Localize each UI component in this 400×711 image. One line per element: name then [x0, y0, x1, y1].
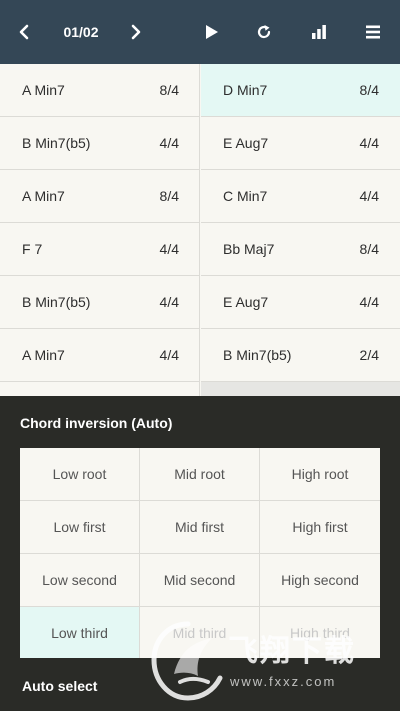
chord-cell[interactable]: A Min7 8/4 — [0, 64, 199, 117]
inversion-low-first[interactable]: Low first — [20, 501, 140, 554]
chord-name: A Min7 — [22, 188, 65, 204]
chord-name: D Min7 — [223, 82, 268, 98]
inversion-mid-root[interactable]: Mid root — [140, 448, 260, 501]
chord-beats: 4/4 — [159, 347, 179, 363]
chord-beats: 8/4 — [159, 188, 179, 204]
inversion-high-third[interactable]: High third — [260, 607, 380, 658]
stats-button[interactable] — [303, 0, 335, 64]
chord-beats: 8/4 — [359, 241, 379, 257]
chord-name: C Min7 — [223, 188, 268, 204]
inversion-low-root[interactable]: Low root — [20, 448, 140, 501]
chord-cell[interactable]: B Min7(b5) 4/4 — [0, 276, 199, 329]
chord-beats: 4/4 — [359, 188, 379, 204]
chord-cell[interactable]: Bb Maj7 8/4 — [201, 223, 400, 276]
inversion-high-first[interactable]: High first — [260, 501, 380, 554]
menu-icon — [366, 25, 380, 39]
chord-cell[interactable]: F 7 4/4 — [0, 223, 199, 276]
grid-filler-left — [0, 382, 200, 396]
chord-cell[interactable]: B Min7(b5) 4/4 — [0, 117, 199, 170]
chord-cell-selected[interactable]: D Min7 8/4 — [201, 64, 400, 117]
chord-cell[interactable]: A Min7 4/4 — [0, 329, 199, 382]
chord-beats: 4/4 — [359, 135, 379, 151]
chord-column-left: A Min7 8/4 B Min7(b5) 4/4 A Min7 8/4 F 7… — [0, 64, 200, 382]
chord-beats: 4/4 — [359, 294, 379, 310]
chord-cell[interactable]: E Aug7 4/4 — [201, 117, 400, 170]
inversion-low-second[interactable]: Low second — [20, 554, 140, 607]
play-icon — [206, 25, 218, 39]
refresh-icon — [257, 25, 271, 39]
chord-column-right: D Min7 8/4 E Aug7 4/4 C Min7 4/4 Bb Maj7… — [201, 64, 400, 382]
inversion-low-third[interactable]: Low third — [20, 607, 140, 658]
inversion-high-second[interactable]: High second — [260, 554, 380, 607]
chord-beats: 8/4 — [159, 82, 179, 98]
chord-name: E Aug7 — [223, 294, 269, 310]
chord-name: F 7 — [22, 241, 43, 257]
play-button[interactable] — [196, 0, 228, 64]
chord-name: Bb Maj7 — [223, 241, 275, 257]
chord-name: B Min7(b5) — [223, 347, 292, 363]
previous-page-button[interactable] — [8, 0, 40, 64]
inversion-mid-third[interactable]: Mid third — [140, 607, 260, 658]
chord-name: B Min7(b5) — [22, 135, 91, 151]
inversion-high-root[interactable]: High root — [260, 448, 380, 501]
chord-name: E Aug7 — [223, 135, 269, 151]
chevron-left-icon — [19, 24, 29, 40]
top-toolbar: 01/02 — [0, 0, 400, 64]
chord-beats: 2/4 — [359, 347, 379, 363]
chord-name: B Min7(b5) — [22, 294, 91, 310]
chord-cell[interactable]: A Min7 8/4 — [0, 170, 199, 223]
inversion-mid-second[interactable]: Mid second — [140, 554, 260, 607]
chord-name: A Min7 — [22, 82, 65, 98]
inversion-title: Chord inversion (Auto) — [20, 415, 173, 431]
grid-filler-right — [201, 382, 400, 396]
chord-cell[interactable]: B Min7(b5) 2/4 — [201, 329, 400, 382]
inversion-panel: Chord inversion (Auto) Low root Mid root… — [0, 396, 400, 711]
chord-grid: A Min7 8/4 B Min7(b5) 4/4 A Min7 8/4 F 7… — [0, 64, 400, 396]
inversion-options: Low root Mid root High root Low first Mi… — [20, 448, 380, 658]
page-indicator: 01/02 — [63, 24, 99, 40]
inversion-mid-first[interactable]: Mid first — [140, 501, 260, 554]
refresh-button[interactable] — [248, 0, 280, 64]
bar-chart-icon — [312, 25, 326, 39]
chord-beats: 8/4 — [359, 82, 379, 98]
chord-name: A Min7 — [22, 347, 65, 363]
chord-beats: 4/4 — [159, 294, 179, 310]
auto-select-label[interactable]: Auto select — [22, 678, 97, 694]
chord-cell[interactable]: E Aug7 4/4 — [201, 276, 400, 329]
chord-cell[interactable]: C Min7 4/4 — [201, 170, 400, 223]
chord-beats: 4/4 — [159, 135, 179, 151]
next-page-button[interactable] — [120, 0, 152, 64]
chord-beats: 4/4 — [159, 241, 179, 257]
chevron-right-icon — [131, 24, 141, 40]
menu-button[interactable] — [357, 0, 389, 64]
